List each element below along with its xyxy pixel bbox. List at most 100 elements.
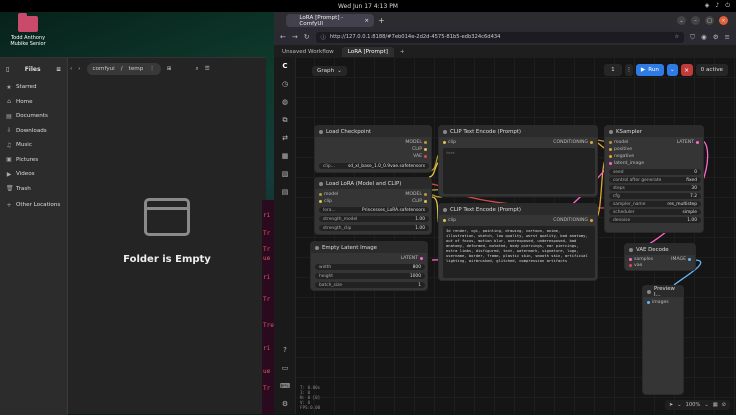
sidebar-item-documents[interactable]: ▤ Documents xyxy=(0,109,67,124)
browser-tab[interactable]: LoRA [Prompt] - ComfyUI × xyxy=(286,14,374,27)
node-load-lora[interactable]: Load LoRA (Model and CLIP) model clip MO… xyxy=(314,177,432,235)
search-icon[interactable]: ⌕ xyxy=(196,66,199,73)
prompt-textarea-negative[interactable]: 3d render, cgi, painting, drawing, carto… xyxy=(443,226,595,278)
lora-name-widget[interactable]: lora... Princesses_LoRA.safetensors xyxy=(319,207,429,213)
extensions-icon[interactable]: ⚙ xyxy=(713,33,719,42)
input-latent-image[interactable]: latent_image xyxy=(609,161,644,166)
output-latent[interactable]: LATENT xyxy=(401,256,423,261)
view-list-icon[interactable]: ☰ xyxy=(205,66,210,72)
new-folder-icon[interactable]: ⊞ xyxy=(167,66,172,72)
output-image[interactable]: IMAGE xyxy=(671,257,691,262)
sidebar-item-home[interactable]: ⌂ Home xyxy=(0,95,67,110)
steps-widget[interactable]: steps 30 xyxy=(609,185,701,191)
output-conditioning[interactable]: CONDITIONING xyxy=(553,218,593,223)
comfy-logo-icon[interactable]: C xyxy=(274,57,296,75)
input-images[interactable]: images xyxy=(647,300,669,305)
output-latent[interactable]: LATENT xyxy=(677,140,699,145)
app-menu-icon[interactable]: ≡ xyxy=(725,33,730,42)
more-icon[interactable]: ⋮ xyxy=(149,66,155,72)
sampler-name-widget[interactable]: sampler_name res_multistep xyxy=(609,201,701,207)
node-vae-decode[interactable]: VAE Decode samples vae IMAGE xyxy=(624,243,696,271)
forward-icon[interactable]: › xyxy=(78,66,80,72)
batch-size-widget[interactable]: batch_size 1 xyxy=(315,282,425,288)
close-tab-icon[interactable]: × xyxy=(364,18,369,24)
run-button[interactable]: ▶ Run xyxy=(635,64,664,76)
seed-widget[interactable]: seed 0 xyxy=(609,169,701,175)
address-bar[interactable]: ⓘ http://127.0.0.1:8188/#7eb014e-2d2d-45… xyxy=(315,31,685,43)
batch-count-input[interactable]: 1 xyxy=(603,64,622,76)
sidebar-item-pictures[interactable]: ▣ Pictures xyxy=(0,153,67,168)
run-options-button[interactable]: ⌄ xyxy=(666,64,678,76)
reload-button[interactable]: ↻ xyxy=(304,33,310,41)
model-library-icon[interactable]: ⧉ xyxy=(274,111,296,129)
output-model[interactable]: MODEL xyxy=(405,192,427,197)
system-tray[interactable]: ◈ ♪ ⏻ xyxy=(705,2,730,10)
toggle-links-icon[interactable]: ⊘ xyxy=(722,402,726,408)
assets-icon[interactable]: ▧ xyxy=(274,165,296,183)
output-vae[interactable]: VAE xyxy=(413,154,427,159)
input-clip[interactable]: clip xyxy=(319,199,332,204)
back-button[interactable]: ← xyxy=(280,33,286,41)
workflows-icon[interactable]: ⇄ xyxy=(274,129,296,147)
sidebar-item-trash[interactable]: 🗑 Trash xyxy=(0,182,67,197)
output-clip[interactable]: CLIP xyxy=(412,147,427,152)
input-positive[interactable]: positive xyxy=(609,147,632,152)
back-icon[interactable]: ‹ xyxy=(70,66,72,72)
keyboard-icon[interactable]: ⌨ xyxy=(274,377,296,395)
settings-gear-icon[interactable]: ⚙ xyxy=(274,395,296,413)
input-clip[interactable]: clip xyxy=(443,218,456,223)
minimize-button[interactable]: – xyxy=(691,16,700,25)
input-samples[interactable]: samples xyxy=(629,257,653,262)
height-widget[interactable]: height 1000 xyxy=(315,273,425,279)
cancel-run-button[interactable]: × xyxy=(680,64,693,76)
minimap-icon[interactable]: ▦ xyxy=(713,402,718,408)
input-model[interactable]: model xyxy=(319,192,338,197)
input-model[interactable]: model xyxy=(609,140,628,145)
prompt-textarea-positive[interactable]: text xyxy=(443,148,595,194)
page-info-icon[interactable]: ⓘ xyxy=(321,34,326,41)
desktop-home-folder[interactable]: Todd Anthony Mubike Senior xyxy=(8,13,48,47)
account-icon[interactable]: ◉ xyxy=(701,33,707,42)
sidebar-item-downloads[interactable]: ⇩ Downloads xyxy=(0,124,67,139)
width-widget[interactable]: width 800 xyxy=(315,264,425,270)
forward-button[interactable]: → xyxy=(292,33,298,41)
active-queue-count[interactable]: 0 active xyxy=(695,64,728,76)
tab-lora-prompt[interactable]: LoRA [Prompt] xyxy=(341,47,394,57)
node-clip-text-encode-negative[interactable]: CLIP Text Encode (Prompt) clip CONDITION… xyxy=(438,203,598,281)
new-workflow-button[interactable]: + xyxy=(396,47,409,57)
cfg-widget[interactable]: cfg 7.2 xyxy=(609,193,701,199)
breadcrumb-temp[interactable]: temp xyxy=(129,66,144,72)
tab-unsaved-workflow[interactable]: Unsaved Workflow xyxy=(276,47,340,57)
denoise-widget[interactable]: denoise 1.00 xyxy=(609,217,701,223)
help-icon[interactable]: ? xyxy=(274,341,296,359)
pointer-mode-icon[interactable]: ➤ xyxy=(669,402,673,408)
clock[interactable]: Wed Jun 17 4:13 PM xyxy=(338,3,398,10)
node-load-checkpoint[interactable]: Load Checkpoint MODEL CLIP VAE clip... sd… xyxy=(314,125,432,173)
maximize-button[interactable]: □ xyxy=(705,16,714,25)
sidebar-item-music[interactable]: ♫ Music xyxy=(0,138,67,153)
node-preview-image[interactable]: Preview I... images xyxy=(642,285,684,395)
ckpt-name-widget[interactable]: clip... sd_xl_base_1.0_0.9vae.safetensors xyxy=(319,163,429,169)
node-empty-latent-image[interactable]: Empty Latent Image LATENT width 800 heigh… xyxy=(310,241,428,291)
templates-icon[interactable]: ▦ xyxy=(274,147,296,165)
input-negative[interactable]: negative xyxy=(609,154,634,159)
breadcrumb-comfyui[interactable]: comfyui xyxy=(93,66,115,72)
node-library-icon[interactable]: ◍ xyxy=(274,93,296,111)
output-model[interactable]: MODEL xyxy=(405,140,427,145)
output-conditioning[interactable]: CONDITIONING xyxy=(553,140,593,145)
queue-icon[interactable]: ▤ xyxy=(274,183,296,201)
chevron-down-icon[interactable]: ⌄ xyxy=(704,402,708,408)
new-tab-button[interactable]: + xyxy=(378,16,385,25)
strength-model-widget[interactable]: strength_model 1.00 xyxy=(319,216,429,222)
menu-icon[interactable]: ≡ xyxy=(56,66,61,73)
graph-canvas[interactable]: C ◷ ◍ ⧉ ⇄ ▦ ▧ ▤ ? ▭ ⌨ ⚙ Graph ⌄ 1 ⋮ ▶ Ru… xyxy=(274,57,736,414)
input-vae[interactable]: vae xyxy=(629,263,642,268)
strength-clip-widget[interactable]: strength_clip 1.00 xyxy=(319,225,429,231)
node-clip-text-encode-positive[interactable]: CLIP Text Encode (Prompt) clip CONDITION… xyxy=(438,125,598,197)
control-after-generate-widget[interactable]: control after generate fixed xyxy=(609,177,701,183)
sidebar-toggle-icon[interactable]: ▯ xyxy=(6,66,9,73)
terminal-icon[interactable]: ▭ xyxy=(274,359,296,377)
history-icon[interactable]: ◷ xyxy=(274,75,296,93)
node-ksampler[interactable]: KSampler model positive negative latent_… xyxy=(604,125,704,233)
batch-stepper[interactable]: ⋮ xyxy=(624,64,633,76)
